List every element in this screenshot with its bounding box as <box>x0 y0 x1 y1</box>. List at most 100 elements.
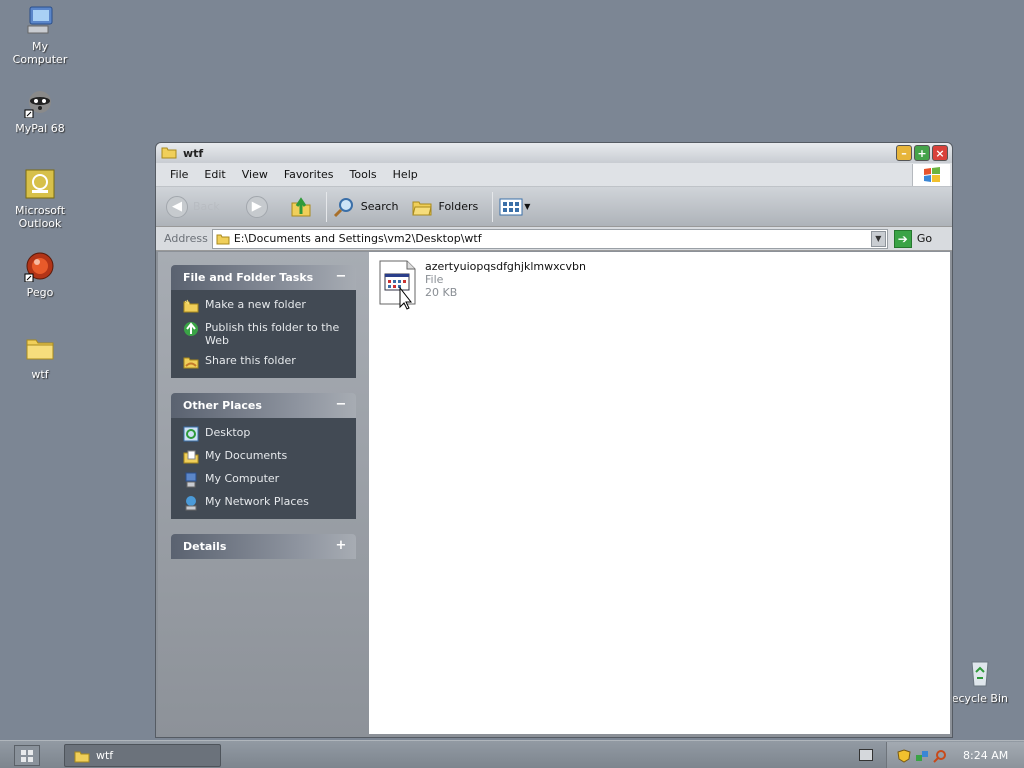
place-my-computer[interactable]: My Computer <box>183 472 346 488</box>
up-folder-button[interactable] <box>290 196 312 218</box>
go-label: Go <box>916 232 933 245</box>
network-icon[interactable] <box>915 749 929 763</box>
back-label: Back <box>193 200 220 213</box>
desktop-icon-outlook[interactable]: Microsoft Outlook <box>2 168 78 230</box>
toolbar-separator <box>492 191 494 222</box>
window-title: wtf <box>183 146 204 160</box>
place-label: Desktop <box>205 426 251 439</box>
menu-favorites[interactable]: Favorites <box>276 168 342 181</box>
desktop-icon <box>183 426 199 442</box>
close-button[interactable]: × <box>932 145 948 161</box>
forward-button[interactable]: ▶ <box>245 195 268 218</box>
folders-label: Folders <box>438 200 479 213</box>
share-folder-icon <box>183 357 199 369</box>
menu-tools[interactable]: Tools <box>342 168 385 181</box>
security-shield-icon[interactable] <box>897 748 911 763</box>
address-dropdown-button[interactable]: ▼ <box>870 230 886 247</box>
folder-icon <box>216 234 230 244</box>
search-button[interactable]: Search <box>333 196 399 218</box>
menu-bar: File Edit View Favorites Tools Help <box>156 163 952 187</box>
chevron-down-icon: ▼ <box>524 202 531 211</box>
back-button[interactable]: ◀ Back <box>166 195 220 218</box>
file-type: File <box>425 273 444 286</box>
place-desktop[interactable]: Desktop <box>183 426 346 442</box>
menu-edit[interactable]: Edit <box>196 168 233 181</box>
desktop-icon-label: MyPal 68 <box>15 122 65 135</box>
folders-button[interactable]: Folders <box>411 197 479 217</box>
file-list[interactable]: azertyuiopqsdfghjklmwxcvbn File 20 KB <box>369 252 950 734</box>
desktop-icon-pego[interactable]: Pego <box>2 250 78 299</box>
address-input[interactable]: E:\Documents and Settings\vm2\Desktop\wt… <box>211 228 888 249</box>
window-content: File and Folder Tasks − Make a new folde… <box>158 252 950 734</box>
my-documents-icon <box>183 450 199 464</box>
place-label: My Documents <box>205 449 288 462</box>
views-grid-icon <box>499 198 523 215</box>
new-folder-icon <box>183 299 199 313</box>
details-header[interactable]: Details + <box>171 534 356 559</box>
maximize-button[interactable]: + <box>914 145 930 161</box>
details-panel: Details + <box>171 534 356 559</box>
file-item[interactable]: azertyuiopqsdfghjklmwxcvbn File 20 KB <box>377 258 586 310</box>
desktop-icon-my-computer[interactable]: My Computer <box>2 4 78 66</box>
toolbar: ◀ Back ▶ Search Folders ▼ <box>156 187 952 227</box>
folder-icon <box>24 332 56 364</box>
folder-icon <box>74 751 90 762</box>
up-folder-icon <box>291 196 311 216</box>
file-folder-tasks-panel: File and Folder Tasks − Make a new folde… <box>171 265 356 378</box>
go-button[interactable]: ➔ Go <box>893 229 933 248</box>
task-make-new-folder[interactable]: Make a new folder <box>183 298 346 314</box>
place-my-documents[interactable]: My Documents <box>183 449 346 465</box>
go-arrow-icon: ➔ <box>893 229 912 248</box>
title-bar[interactable]: wtf – + × <box>156 143 952 163</box>
my-computer-icon <box>185 472 197 488</box>
place-label: My Computer <box>205 472 280 485</box>
system-tray: 8:24 AM <box>886 742 1024 768</box>
task-label: Publish this folder to the Web <box>205 321 340 347</box>
desktop-icon-wtf[interactable]: wtf <box>2 332 78 381</box>
publish-web-icon <box>184 322 198 336</box>
start-button[interactable] <box>14 745 40 766</box>
place-label: My Network Places <box>205 495 309 508</box>
back-arrow-icon: ◀ <box>166 195 188 218</box>
computer-icon <box>24 4 56 36</box>
network-places-icon <box>185 496 197 511</box>
pego-icon <box>24 250 56 283</box>
address-label: Address <box>164 232 208 245</box>
panel-title: Other Places <box>183 399 262 412</box>
search-label: Search <box>360 200 399 213</box>
expand-icon[interactable]: + <box>334 539 348 553</box>
generic-file-icon <box>377 258 421 310</box>
views-button[interactable]: ▼ <box>499 197 530 217</box>
collapse-icon[interactable]: − <box>334 270 348 284</box>
menu-file[interactable]: File <box>162 168 196 181</box>
menu-help[interactable]: Help <box>385 168 426 181</box>
keyboard-icon[interactable] <box>859 749 873 761</box>
taskbar-item-wtf[interactable]: wtf <box>64 744 221 767</box>
outlook-icon <box>24 168 56 200</box>
folder-icon <box>161 145 177 162</box>
desktop-icon-label: My Computer <box>12 40 68 66</box>
task-label: Share this folder <box>205 354 296 367</box>
desktop-icon-label: Microsoft Outlook <box>14 204 66 230</box>
raccoon-icon <box>24 86 56 119</box>
explorer-window[interactable]: wtf – + × File Edit View Favorites Tools… <box>155 142 953 738</box>
desktop-icon-mypal[interactable]: MyPal 68 <box>2 86 78 135</box>
file-folder-tasks-header[interactable]: File and Folder Tasks − <box>171 265 356 290</box>
file-name: azertyuiopqsdfghjklmwxcvbn <box>425 260 586 273</box>
task-share-folder[interactable]: Share this folder <box>183 354 346 370</box>
panel-title: File and Folder Tasks <box>183 271 314 284</box>
start-grid-icon <box>21 749 33 762</box>
minimize-button[interactable]: – <box>896 145 912 161</box>
place-my-network-places[interactable]: My Network Places <box>183 495 346 511</box>
toolbar-separator <box>325 191 327 222</box>
task-publish-to-web[interactable]: Publish this folder to the Web <box>183 321 346 347</box>
search-tray-icon[interactable] <box>933 749 947 763</box>
forward-arrow-icon: ▶ <box>245 195 268 218</box>
taskbar: wtf 8:24 AM <box>0 740 1024 768</box>
address-bar: Address E:\Documents and Settings\vm2\De… <box>156 227 952 251</box>
other-places-header[interactable]: Other Places − <box>171 393 356 418</box>
menu-view[interactable]: View <box>234 168 276 181</box>
task-pane: File and Folder Tasks − Make a new folde… <box>158 252 369 734</box>
task-label: Make a new folder <box>205 298 306 311</box>
collapse-icon[interactable]: − <box>334 398 348 412</box>
